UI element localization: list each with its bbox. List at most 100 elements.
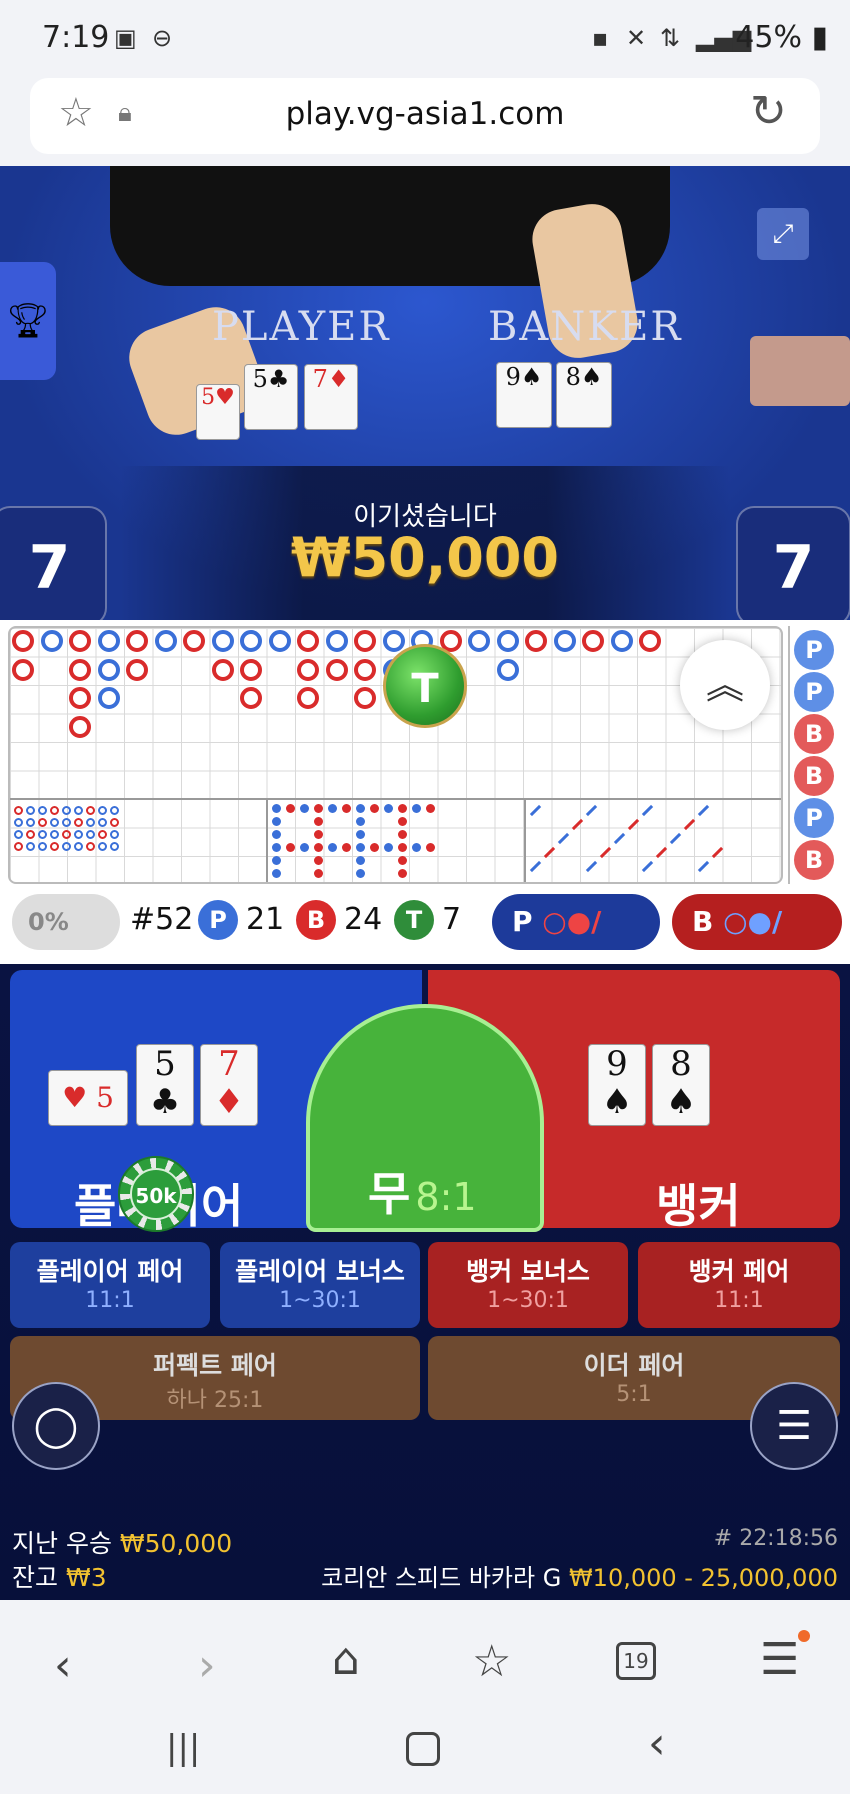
small-road-mark [74, 830, 83, 839]
road-bead [354, 630, 376, 652]
small-road-mark [38, 830, 47, 839]
cockroach-mark [585, 860, 598, 873]
road-bead [382, 630, 405, 652]
round-id: # 22:18:56 [713, 1526, 838, 1551]
player-ask-button[interactable]: P ○●/ [492, 894, 660, 950]
small-road-mark [50, 830, 59, 839]
road-bead [12, 658, 34, 681]
bigeye-mark [272, 869, 281, 878]
road-bead [240, 658, 262, 681]
video-card: 5♣ [244, 364, 298, 430]
fullscreen-icon[interactable]: ⤢ [757, 208, 809, 260]
small-road-mark [98, 818, 107, 827]
balance: 잔고 ₩3 [12, 1563, 107, 1592]
tie-dot: T [394, 900, 434, 940]
bigeye-mark [314, 804, 323, 813]
player-bonus-bet[interactable]: 플레이어 보너스 1~30:1 [220, 1242, 420, 1328]
road-bead [354, 658, 376, 681]
small-road-mark [86, 830, 95, 839]
browser-nav-bar: ‹ › ⌂ ☆ 19 ☰ ||| ‹ [0, 1600, 850, 1794]
small-road-mark [62, 830, 71, 839]
forward-icon[interactable]: › [198, 1640, 216, 1691]
road-bead [468, 630, 490, 652]
road-bead [639, 630, 661, 652]
road-bead [297, 630, 319, 652]
gallery-icon: ▣ [114, 24, 137, 52]
road-bead [183, 630, 205, 652]
home-button-icon[interactable] [406, 1732, 440, 1766]
small-road-mark [26, 818, 35, 827]
bigeye-mark [314, 869, 323, 878]
url-host[interactable]: play.vg-asia1.com [30, 96, 820, 132]
trophy-icon[interactable]: 🏆︎ [0, 262, 56, 380]
road-bead [354, 687, 376, 709]
road-bead [211, 658, 234, 681]
reload-icon[interactable]: ↻ [750, 86, 787, 137]
small-road-mark [110, 806, 119, 815]
road-bead [325, 630, 348, 652]
player-count: 21 [246, 902, 285, 937]
notification-dot [798, 1630, 810, 1642]
side-bead: B [794, 756, 834, 796]
banker-bonus-bet[interactable]: 뱅커 보너스 1~30:1 [428, 1242, 628, 1328]
small-road-mark [110, 842, 119, 851]
road-bead [97, 658, 120, 681]
banker-pair-bet[interactable]: 뱅커 페어 11:1 [638, 1242, 840, 1328]
bigeye-mark [398, 830, 407, 839]
menu-icon[interactable]: ☰ [750, 1382, 838, 1470]
stats-bar: 0% #52 P 21 B 24 T 7 P ○●/ B ○●/ [0, 888, 850, 964]
address-bar[interactable]: ☆ 🔒︎ play.vg-asia1.com ↻ [30, 78, 820, 154]
small-road-mark [14, 830, 23, 839]
bigeye-mark [398, 856, 407, 865]
road-bead [240, 630, 262, 652]
progress-toggle[interactable]: 0% [12, 894, 120, 950]
player-card-1: ♥ 5 [48, 1070, 128, 1126]
video-card: 8♠ [556, 362, 612, 428]
tabs-icon[interactable]: 19 [616, 1642, 656, 1680]
round-number: #52 [130, 902, 194, 937]
home-icon[interactable]: ⌂ [332, 1634, 360, 1685]
small-road-mark [110, 830, 119, 839]
road-bead [297, 687, 319, 709]
tie-bet-area[interactable]: 무 8:1 [306, 1004, 544, 1232]
system-back-icon[interactable]: ‹ [648, 1718, 666, 1769]
status-time: 7:19 [42, 20, 110, 55]
cockroach-mark [557, 832, 570, 845]
road-bead [496, 630, 519, 652]
back-icon[interactable]: ‹ [54, 1640, 72, 1691]
lte-icon: ⇅ [660, 24, 681, 52]
road-bead [40, 630, 63, 652]
bigeye-mark [342, 843, 351, 852]
chat-bubble-icon[interactable]: ◯ [12, 1382, 100, 1470]
bigeye-mark [398, 817, 407, 826]
small-road-mark [38, 818, 47, 827]
small-road-mark [38, 842, 47, 851]
side-bead: B [794, 840, 834, 880]
bigeye-mark [272, 817, 281, 826]
expand-roads-button[interactable]: ︽ [680, 640, 770, 730]
cockroach-mark [529, 804, 542, 817]
bigeye-mark [300, 843, 309, 852]
felt-player-label: PLAYER [212, 304, 391, 350]
road-bead [297, 658, 319, 681]
player-pair-bet[interactable]: 플레이어 페어 11:1 [10, 1242, 210, 1328]
cockroach-mark [585, 804, 598, 817]
banker-ask-button[interactable]: B ○●/ [672, 894, 842, 950]
small-road-mark [62, 842, 71, 851]
recent-apps-icon[interactable]: ||| [166, 1728, 200, 1768]
small-road-mark [26, 806, 35, 815]
road-bead [240, 687, 262, 709]
road-divider [10, 798, 781, 800]
banker-dot: B [296, 900, 336, 940]
bookmarks-icon[interactable]: ☆ [472, 1636, 511, 1687]
tie-count: 7 [442, 902, 462, 937]
last-win: 지난 우승 ₩50,000 [12, 1529, 233, 1558]
bigeye-mark [356, 843, 365, 852]
table-info: 코리안 스피드 바카라 G ₩10,000 - 25,000,000 [321, 1564, 838, 1592]
betting-panel: 플레이어 뱅커 무 8:1 ♥ 5 5♣ 7♦ 9♠ 8♠ 플레이어 페어11:… [0, 964, 850, 1600]
cockroach-mark [669, 832, 682, 845]
browser-menu-icon[interactable]: ☰ [760, 1634, 799, 1685]
small-road-mark [74, 806, 83, 815]
small-road-mark [86, 818, 95, 827]
battery-saver-icon: ▪ [592, 24, 609, 52]
